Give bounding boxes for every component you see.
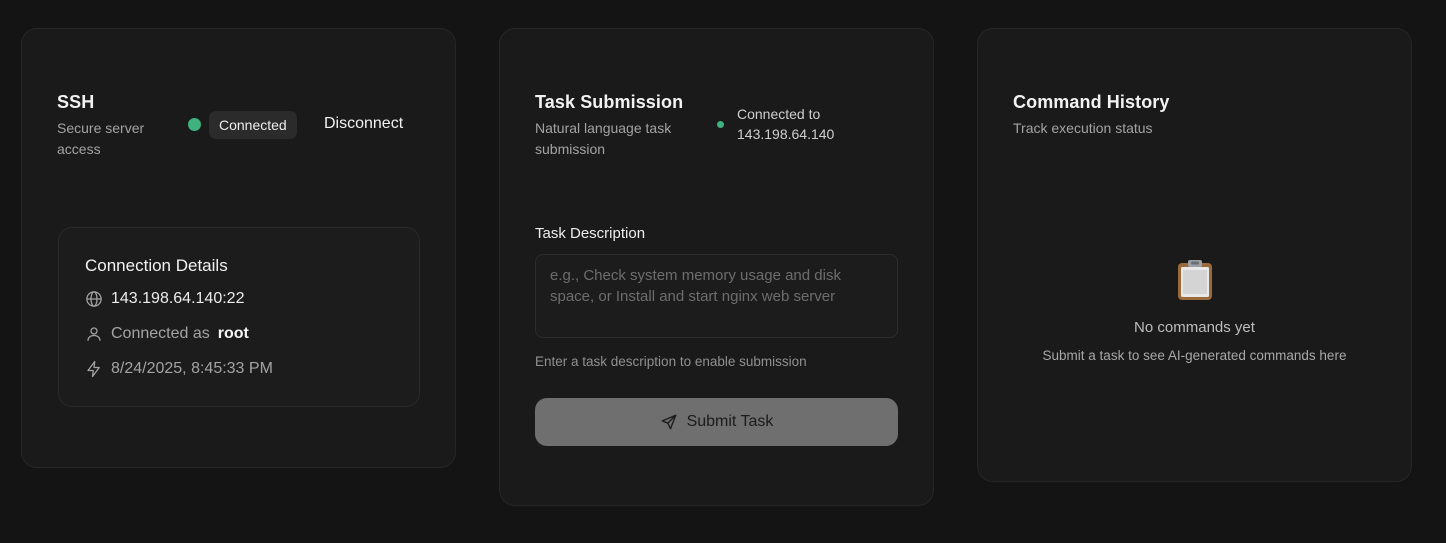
bolt-icon <box>87 360 100 378</box>
submit-task-button[interactable]: Submit Task <box>535 398 898 446</box>
connection-status-dot <box>188 118 201 131</box>
host-row: 143.198.64.140:22 <box>85 290 244 308</box>
connection-details-title: Connection Details <box>85 256 228 275</box>
task-title: Task Submission <box>535 92 684 112</box>
empty-state-subtitle: Submit a task to see AI-generated comman… <box>1042 348 1347 363</box>
disconnect-button[interactable]: Disconnect <box>324 115 403 133</box>
ssh-card: SSH Secure server access Connected Disco… <box>21 28 456 468</box>
empty-state-title: No commands yet <box>1134 319 1255 336</box>
ssh-subtitle: Secure server access <box>57 120 145 157</box>
empty-state: No commands yet Submit a task to see AI-… <box>978 259 1411 363</box>
connection-host: 143.198.64.140 <box>737 126 835 142</box>
task-subtitle: Natural language task submission <box>535 120 672 157</box>
connected-timestamp: 8/24/2025, 8:45:33 PM <box>111 360 273 377</box>
host-address: 143.198.64.140:22 <box>111 290 245 307</box>
history-subtitle: Track execution status <box>1013 120 1153 136</box>
user-row: Connected as root <box>85 325 249 343</box>
globe-icon <box>86 291 102 307</box>
connection-status: Connected to 143.198.64.140 <box>737 104 857 144</box>
connection-details-panel: Connection Details 143.198.64.140:22 Con… <box>58 227 420 407</box>
connection-label: Connected to <box>737 106 821 122</box>
submit-task-label: Submit Task <box>686 413 774 430</box>
connection-status-dot <box>717 121 724 128</box>
username: root <box>217 325 249 342</box>
history-title: Command History <box>1013 92 1170 112</box>
task-hint: Enter a task description to enable submi… <box>535 354 807 369</box>
timestamp-row: 8/24/2025, 8:45:33 PM <box>85 360 273 378</box>
task-card: Task Submission Natural language task su… <box>499 28 934 506</box>
task-description-label: Task Description <box>535 225 646 242</box>
ssh-title: SSH <box>57 92 95 112</box>
task-description-input[interactable] <box>535 254 898 338</box>
command-history-card: Command History Track execution status N… <box>977 28 1412 482</box>
user-prefix: Connected as <box>111 325 210 342</box>
user-icon <box>87 327 101 341</box>
send-icon <box>661 414 676 430</box>
clipboard-icon <box>1177 260 1212 300</box>
status-badge: Connected <box>209 111 297 139</box>
